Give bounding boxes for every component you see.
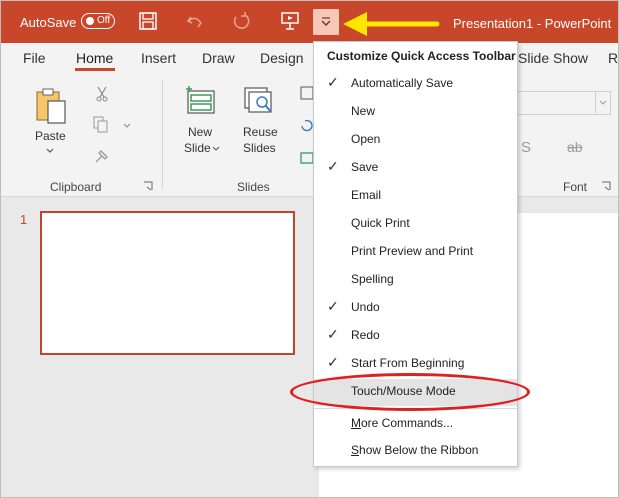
- new-slide-icon[interactable]: [185, 86, 217, 116]
- check-icon: ✓: [327, 326, 339, 342]
- menu-item-quick-print[interactable]: Quick Print: [314, 211, 517, 238]
- more-commands-rest: ore Commands...: [361, 416, 454, 430]
- font-size-dropdown[interactable]: [595, 91, 610, 113]
- menu-item-label: Start From Beginning: [351, 356, 465, 370]
- yellow-arrow-annotation: [343, 12, 440, 36]
- menu-item-label: Show Below the Ribbon: [351, 443, 478, 457]
- tab-design[interactable]: Design: [260, 50, 304, 66]
- menu-item-redo[interactable]: ✓ Redo: [314, 323, 517, 350]
- menu-item-label: Spelling: [351, 272, 394, 286]
- strikethrough-button[interactable]: ab: [567, 139, 583, 155]
- new-slide-label-2[interactable]: Slide: [184, 141, 211, 156]
- text-shadow-button[interactable]: S: [521, 139, 531, 156]
- menu-item-new[interactable]: New: [314, 99, 517, 126]
- menu-item-print-preview[interactable]: Print Preview and Print: [314, 239, 517, 266]
- start-from-beginning-icon[interactable]: [280, 11, 300, 31]
- clipboard-group-label: Clipboard: [50, 180, 102, 194]
- title-bar: AutoSave Off Presentation1 - PowerPoint: [1, 1, 618, 43]
- redo-icon[interactable]: [231, 11, 251, 31]
- chevron-down-icon[interactable]: [212, 146, 220, 152]
- ribbon: Paste Clipboard New Slide Reuse Slides S…: [1, 73, 618, 197]
- reuse-slides-label-2[interactable]: Slides: [243, 141, 276, 156]
- reuse-slides-label[interactable]: Reuse: [243, 125, 278, 140]
- reuse-slides-icon[interactable]: [243, 86, 275, 116]
- undo-icon[interactable]: [185, 11, 205, 31]
- show-below-rest: how Below the Ribbon: [359, 443, 479, 457]
- tab-slide-show[interactable]: Slide Show: [518, 50, 588, 66]
- check-icon: ✓: [327, 74, 339, 90]
- menu-item-open[interactable]: Open: [314, 127, 517, 154]
- check-icon: ✓: [327, 158, 339, 174]
- tab-home[interactable]: Home: [76, 50, 113, 66]
- paste-icon[interactable]: [34, 87, 68, 125]
- ribbon-tabs: File Home Insert Draw Design Slide Show …: [1, 43, 618, 73]
- toggle-knob: [86, 17, 94, 25]
- slide-number: 1: [20, 212, 28, 227]
- menu-item-label: Quick Print: [351, 216, 410, 230]
- menu-item-label: Save: [351, 160, 379, 174]
- menu-item-show-below-ribbon[interactable]: Show Below the Ribbon: [314, 438, 517, 465]
- check-icon: ✓: [327, 354, 339, 370]
- tab-file[interactable]: File: [23, 50, 46, 66]
- menu-item-undo[interactable]: ✓ Undo: [314, 295, 517, 322]
- menu-item-label: Email: [351, 188, 382, 202]
- menu-item-more-commands[interactable]: More Commands...: [314, 411, 517, 438]
- menu-header: Customize Quick Access Toolbar: [327, 49, 516, 63]
- dialog-launcher-icon[interactable]: [601, 181, 611, 191]
- menu-item-label: Undo: [351, 300, 380, 314]
- autosave-label: AutoSave: [20, 15, 77, 30]
- check-icon: ✓: [327, 298, 339, 314]
- tab-review[interactable]: R: [608, 50, 618, 66]
- chevron-down-icon[interactable]: [123, 123, 131, 129]
- access-key: S: [351, 443, 360, 457]
- cut-icon[interactable]: [95, 86, 109, 102]
- red-ellipse-annotation: [290, 373, 530, 411]
- menu-item-label: Automatically Save: [351, 76, 454, 90]
- powerpoint-window: AutoSave Off Presentation1 - PowerPoint …: [0, 0, 619, 498]
- menu-item-automatically-save[interactable]: ✓ Automatically Save: [314, 71, 517, 98]
- menu-item-label: More Commands...: [351, 416, 453, 430]
- tab-insert[interactable]: Insert: [141, 50, 176, 66]
- menu-item-label: Redo: [351, 328, 380, 342]
- customize-qat-dropdown-button[interactable]: [313, 9, 339, 35]
- format-painter-icon[interactable]: [94, 148, 110, 164]
- section-icon[interactable]: [300, 151, 314, 165]
- access-key: M: [351, 416, 361, 430]
- slides-group-label: Slides: [237, 180, 270, 194]
- active-tab-indicator: [75, 68, 115, 71]
- new-slide-label[interactable]: New: [188, 125, 212, 140]
- reset-icon[interactable]: [300, 119, 314, 133]
- window-title: Presentation1 - PowerPoint: [453, 16, 612, 31]
- save-icon[interactable]: [138, 11, 158, 31]
- layout-icon[interactable]: [300, 86, 314, 100]
- copy-icon[interactable]: [93, 116, 109, 134]
- autosave-state: Off: [97, 15, 111, 26]
- chevron-down-icon: [321, 17, 331, 26]
- dialog-launcher-icon[interactable]: [143, 181, 153, 191]
- menu-item-save[interactable]: ✓ Save: [314, 155, 517, 182]
- chevron-down-icon: [599, 100, 607, 105]
- group-separator: [162, 79, 163, 189]
- paste-label[interactable]: Paste: [35, 129, 66, 144]
- menu-item-email[interactable]: Email: [314, 183, 517, 210]
- slide-thumbnail[interactable]: [40, 211, 295, 355]
- autosave-toggle[interactable]: Off: [81, 13, 115, 29]
- menu-item-label: Open: [351, 132, 381, 146]
- chevron-down-icon[interactable]: [45, 147, 55, 155]
- menu-item-label: New: [351, 104, 376, 118]
- menu-item-spelling[interactable]: Spelling: [314, 267, 517, 294]
- font-group-label: Font: [563, 180, 588, 194]
- tab-draw[interactable]: Draw: [202, 50, 235, 66]
- menu-item-label: Print Preview and Print: [351, 244, 474, 258]
